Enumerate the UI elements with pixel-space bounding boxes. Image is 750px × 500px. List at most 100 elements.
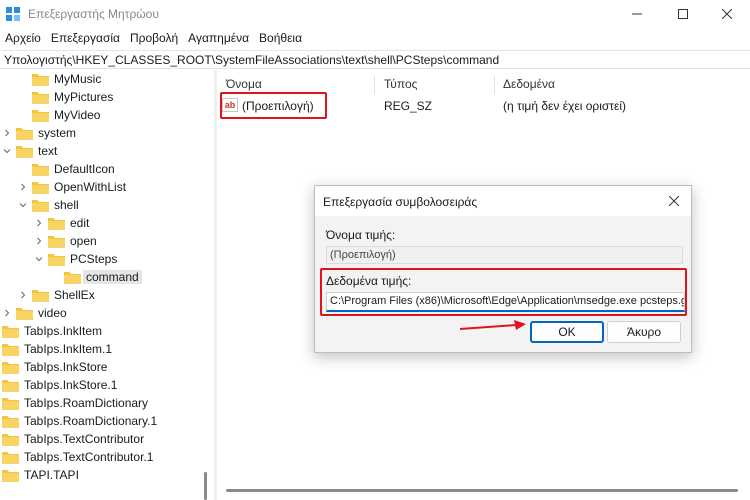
value-name-field: (Προεπιλογή) bbox=[326, 246, 683, 264]
chevron-right-icon[interactable] bbox=[18, 182, 28, 192]
column-header-data[interactable]: Δεδομένα bbox=[503, 77, 555, 91]
chevron-down-icon[interactable] bbox=[34, 254, 44, 264]
folder-icon bbox=[2, 433, 19, 446]
folder-icon bbox=[16, 127, 33, 140]
tree-item-label: ShellEx bbox=[54, 288, 95, 302]
address-bar[interactable]: Υπολογιστής\HKEY_CLASSES_ROOT\SystemFile… bbox=[0, 50, 750, 69]
folder-icon bbox=[32, 199, 49, 212]
column-header-type[interactable]: Τύπος bbox=[384, 77, 417, 91]
tree-item[interactable]: TabIps.RoamDictionary bbox=[0, 394, 214, 412]
maximize-icon bbox=[678, 9, 688, 19]
dialog-title-bar: Επεξεργασία συμβολοσειράς bbox=[315, 186, 691, 216]
folder-icon bbox=[32, 181, 49, 194]
horizontal-scrollbar[interactable] bbox=[226, 489, 738, 492]
column-separator[interactable] bbox=[494, 76, 495, 94]
tree-item-label: shell bbox=[54, 198, 79, 212]
tree-item-label: TabIps.TextContributor.1 bbox=[24, 450, 154, 464]
tree-item[interactable]: TabIps.InkStore.1 bbox=[0, 376, 214, 394]
tree-item[interactable]: command bbox=[0, 268, 214, 286]
menu-view[interactable]: Προβολή bbox=[125, 29, 183, 49]
tree-item-label: MyMusic bbox=[54, 72, 102, 86]
menu-edit[interactable]: Επεξεργασία bbox=[46, 29, 125, 49]
column-header-name[interactable]: Όνομα bbox=[226, 77, 262, 91]
tree-item[interactable]: TAPI.TAPI bbox=[0, 466, 214, 484]
chevron-right-icon[interactable] bbox=[2, 128, 12, 138]
tree-item-label: TabIps.InkStore bbox=[24, 360, 108, 374]
tree-item[interactable]: TabIps.TextContributor bbox=[0, 430, 214, 448]
close-icon bbox=[722, 9, 732, 19]
folder-icon bbox=[48, 253, 65, 266]
tree-item-label: TabIps.TextContributor bbox=[24, 432, 145, 446]
chevron-down-icon[interactable] bbox=[2, 146, 12, 156]
vertical-scrollbar[interactable] bbox=[204, 472, 207, 500]
tree-item[interactable]: MyVideo bbox=[0, 106, 214, 124]
folder-icon bbox=[48, 235, 65, 248]
tree-item-label: TabIps.RoamDictionary bbox=[24, 396, 149, 410]
registry-tree[interactable]: MyMusic MyPictures MyVideo system text Defaul… bbox=[0, 70, 214, 500]
tree-item-label: TabIps.InkStore.1 bbox=[24, 378, 118, 392]
tree-item[interactable]: TabIps.TextContributor.1 bbox=[0, 448, 214, 466]
folder-icon bbox=[32, 109, 49, 122]
folder-icon bbox=[2, 361, 19, 374]
tree-item[interactable]: ShellEx bbox=[0, 286, 214, 304]
folder-icon bbox=[16, 145, 33, 158]
folder-icon bbox=[2, 451, 19, 464]
folder-icon bbox=[2, 469, 19, 482]
tree-item[interactable]: MyPictures bbox=[0, 88, 214, 106]
folder-icon bbox=[2, 343, 19, 356]
tree-item[interactable]: open bbox=[0, 232, 214, 250]
folder-icon bbox=[48, 217, 65, 230]
folder-icon bbox=[16, 307, 33, 320]
arrow-icon bbox=[459, 320, 526, 330]
tree-item[interactable]: text bbox=[0, 142, 214, 160]
close-button[interactable] bbox=[704, 0, 750, 28]
tree-item[interactable]: TabIps.InkItem.1 bbox=[0, 340, 214, 358]
pane-splitter[interactable] bbox=[214, 70, 217, 500]
tree-item-label: edit bbox=[70, 216, 90, 230]
tree-item[interactable]: PCSteps bbox=[0, 250, 214, 268]
tree-item[interactable]: TabIps.RoamDictionary.1 bbox=[0, 412, 214, 430]
tree-item-label: TabIps.RoamDictionary.1 bbox=[24, 414, 158, 428]
folder-icon bbox=[2, 379, 19, 392]
tree-item[interactable]: OpenWithList bbox=[0, 178, 214, 196]
ok-button[interactable]: OK bbox=[530, 321, 604, 343]
tree-item-label: MyVideo bbox=[54, 108, 101, 122]
tree-item[interactable]: system bbox=[0, 124, 214, 142]
tree-item-label: system bbox=[38, 126, 77, 140]
dialog-title: Επεξεργασία συμβολοσειράς bbox=[323, 195, 478, 209]
tree-item-label: video bbox=[38, 306, 67, 320]
tree-item-label: TabIps.InkItem.1 bbox=[24, 342, 113, 356]
chevron-down-icon[interactable] bbox=[18, 200, 28, 210]
tree-item-label: PCSteps bbox=[70, 252, 118, 266]
tree-item[interactable]: MyMusic bbox=[0, 70, 214, 88]
chevron-right-icon[interactable] bbox=[18, 290, 28, 300]
tree-item-label: TabIps.InkItem bbox=[24, 324, 103, 338]
tree-item-label: DefaultIcon bbox=[54, 162, 115, 176]
tree-item[interactable]: shell bbox=[0, 196, 214, 214]
folder-icon bbox=[2, 415, 19, 428]
title-bar: Επεξεργαστής Μητρώου bbox=[0, 0, 750, 28]
minimize-button[interactable] bbox=[614, 0, 660, 28]
dialog-close-button[interactable] bbox=[663, 191, 685, 211]
chevron-right-icon[interactable] bbox=[34, 236, 44, 246]
folder-icon bbox=[32, 163, 49, 176]
chevron-right-icon[interactable] bbox=[34, 218, 44, 228]
menu-file[interactable]: Αρχείο bbox=[0, 29, 46, 49]
tree-item[interactable]: video bbox=[0, 304, 214, 322]
chevron-right-icon[interactable] bbox=[2, 308, 12, 318]
tree-item-label: open bbox=[70, 234, 97, 248]
maximize-button[interactable] bbox=[660, 0, 706, 28]
cancel-button[interactable]: Άκυρο bbox=[607, 321, 681, 343]
tree-item-label: OpenWithList bbox=[54, 180, 127, 194]
menu-favorites[interactable]: Αγαπημένα bbox=[183, 29, 254, 49]
folder-icon bbox=[32, 73, 49, 86]
tree-item[interactable]: TabIps.InkItem bbox=[0, 322, 214, 340]
minimize-icon bbox=[632, 13, 642, 15]
value-name-label: Όνομα τιμής: bbox=[326, 228, 396, 242]
column-separator[interactable] bbox=[374, 76, 375, 94]
tree-item[interactable]: edit bbox=[0, 214, 214, 232]
menu-help[interactable]: Βοήθεια bbox=[254, 29, 307, 49]
tree-item-label: command bbox=[83, 270, 142, 284]
tree-item[interactable]: DefaultIcon bbox=[0, 160, 214, 178]
tree-item[interactable]: TabIps.InkStore bbox=[0, 358, 214, 376]
